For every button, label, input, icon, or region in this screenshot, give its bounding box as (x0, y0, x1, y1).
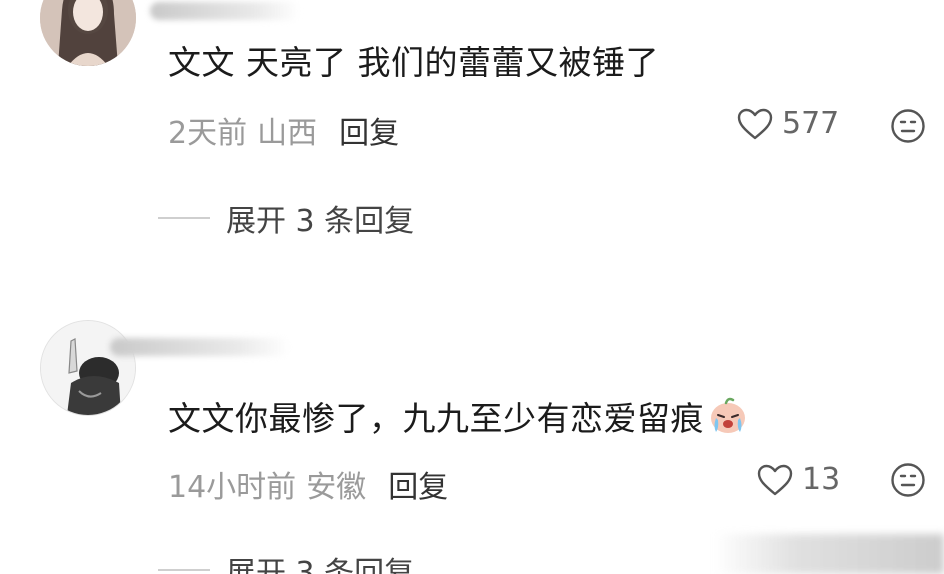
comment-time: 2天前 (168, 116, 248, 151)
expand-replies-label: 展开 3 条回复 (226, 204, 415, 239)
emoji-react-button[interactable] (890, 108, 926, 148)
neutral-face-icon (891, 463, 925, 497)
like-count: 13 (802, 462, 841, 497)
comment-text-row: 文文你最惨了，九九至少有恋爱留痕 (168, 392, 750, 440)
crying-face-emoji-icon (711, 397, 745, 433)
comment-time: 14小时前 (168, 470, 297, 505)
like-count: 577 (782, 106, 840, 141)
like-button[interactable]: 577 (736, 106, 839, 141)
comment-meta: 2天前 山西 回复 (168, 108, 399, 152)
watermark-overlay (714, 534, 944, 574)
comment-text: 文文 天亮了 我们的蕾蕾又被锤了 (168, 43, 659, 82)
expand-replies-label: 展开 3 条回复 (226, 556, 415, 574)
comment-list: 文文 天亮了 我们的蕾蕾又被锤了 2天前山西回复 577 展开 3 条回复 (0, 0, 944, 574)
emoji-react-button[interactable] (890, 462, 926, 502)
neutral-face-icon (891, 109, 925, 143)
like-button[interactable]: 13 (756, 462, 840, 497)
comment-location: 安徽 (306, 470, 367, 505)
user-avatar[interactable] (40, 320, 136, 416)
reply-button[interactable]: 回复 (388, 470, 448, 505)
avatar-photo-icon (41, 321, 135, 415)
heart-outline-icon (757, 464, 793, 495)
username-redacted (150, 2, 300, 20)
expand-replies-button[interactable]: 展开 3 条回复 (158, 196, 414, 240)
user-avatar[interactable] (40, 0, 136, 66)
divider-line (158, 569, 210, 571)
expand-replies-button[interactable]: 展开 3 条回复 (158, 548, 414, 574)
comment-text: 文文你最惨了，九九至少有恋爱留痕 (168, 399, 704, 438)
reply-button[interactable]: 回复 (339, 116, 399, 151)
username-redacted (110, 338, 290, 356)
avatar-photo-icon (40, 0, 136, 66)
heart-outline-icon (737, 108, 773, 139)
comment-location: 山西 (257, 116, 318, 151)
comment-meta: 14小时前 安徽 回复 (168, 462, 448, 506)
divider-line (158, 217, 210, 219)
